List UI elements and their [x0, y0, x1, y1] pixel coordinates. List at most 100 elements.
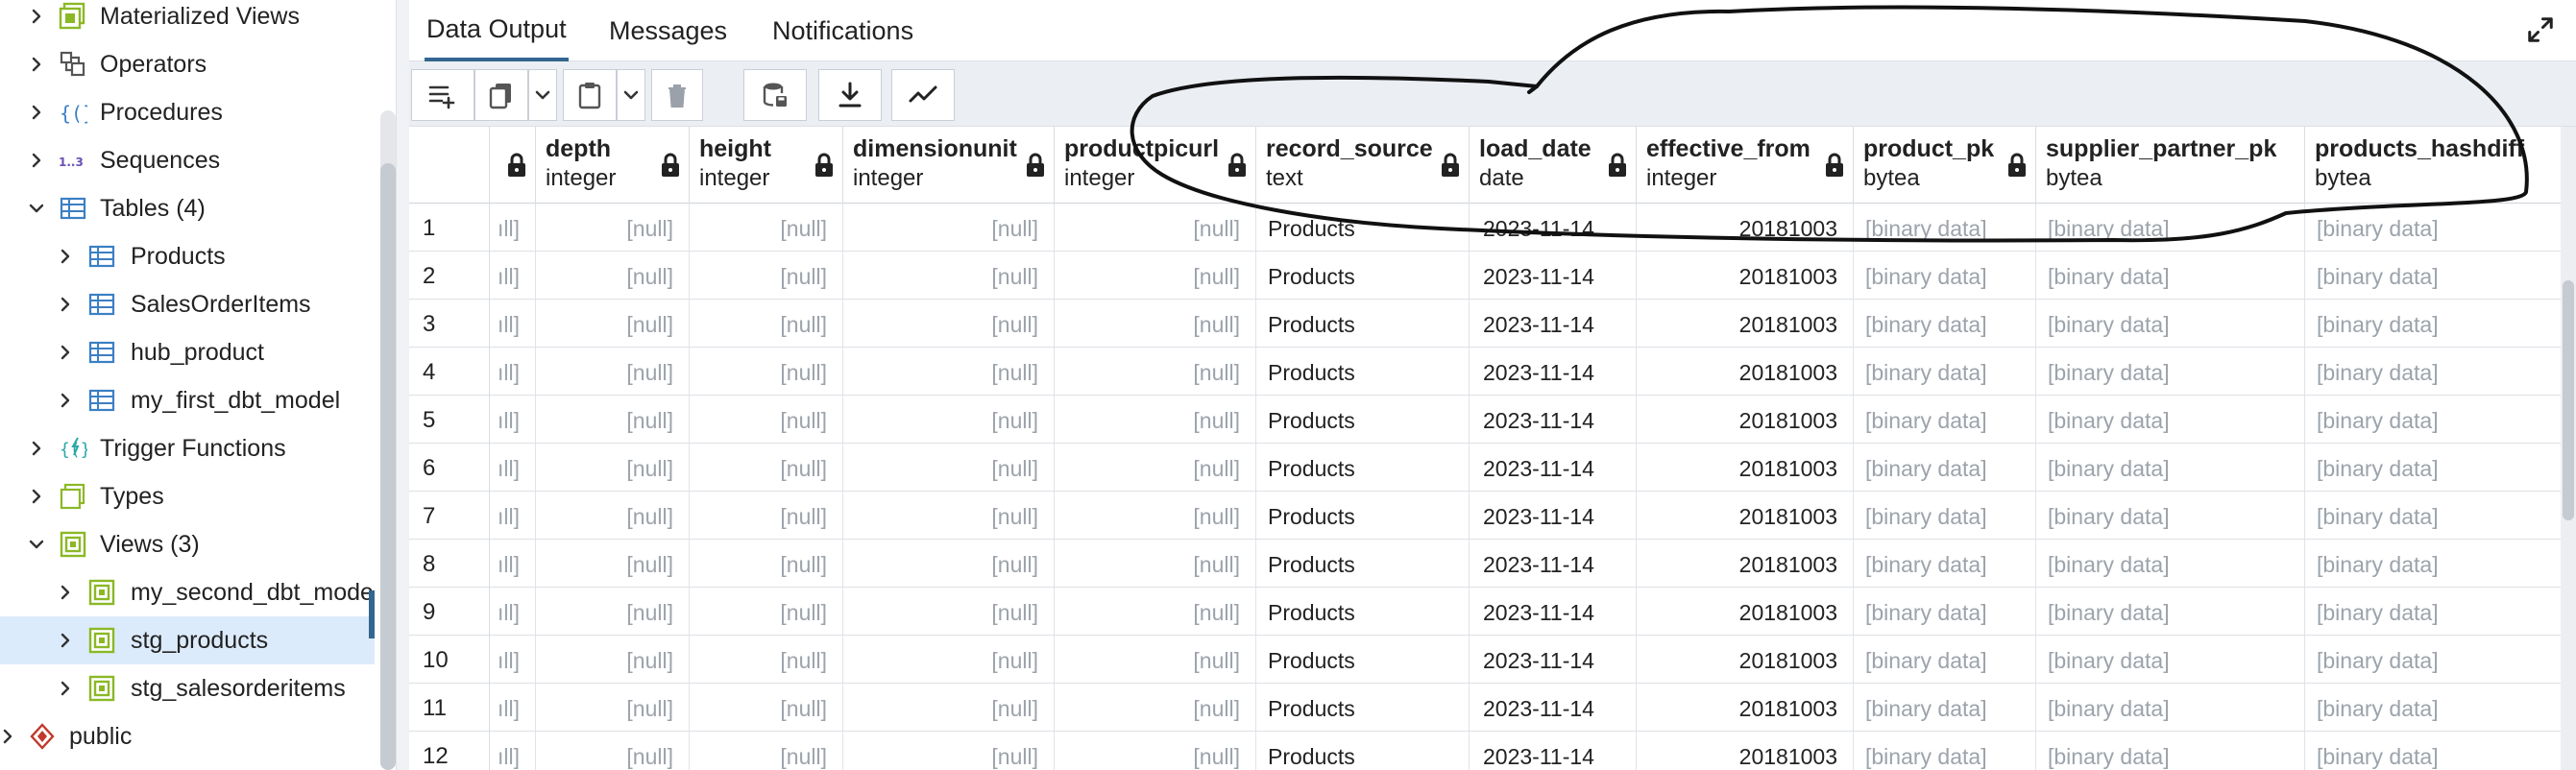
table-cell[interactable]: [binary data]	[2305, 684, 2576, 732]
table-cell[interactable]: [null]	[1055, 636, 1256, 684]
table-cell[interactable]: [null]	[536, 540, 690, 588]
column-header-depth[interactable]: depth integer	[536, 127, 690, 204]
tree-item-my-second-dbt-model[interactable]: my_second_dbt_model	[0, 568, 375, 616]
table-cell[interactable]: [null]	[843, 732, 1055, 770]
tree-scrollbar-thumb[interactable]	[380, 163, 396, 770]
table-cell[interactable]: [null]	[1055, 588, 1256, 636]
table-cell[interactable]: [binary data]	[2305, 348, 2576, 396]
column-header-product-pk[interactable]: product_pk bytea	[1854, 127, 2036, 204]
table-cell[interactable]: [null]	[690, 300, 843, 348]
graph-visualiser-button[interactable]	[891, 69, 955, 121]
table-cell[interactable]: 2023-11-14	[1470, 588, 1637, 636]
grid-scrollbar-thumb[interactable]	[2563, 280, 2574, 520]
table-cell[interactable]: [null]	[1055, 396, 1256, 444]
panel-splitter[interactable]	[396, 0, 409, 770]
table-cell[interactable]: 20181003	[1637, 684, 1854, 732]
table-cell[interactable]: [binary data]	[1854, 396, 2036, 444]
tree-item-tables-4[interactable]: Tables (4)	[0, 184, 375, 232]
expand-panel-icon[interactable]	[2524, 13, 2557, 46]
table-row[interactable]: 3 ıll] [null] [null] [null] [null] Products 202…	[409, 300, 2576, 348]
column-header-productpicurl[interactable]: productpicurl integer	[1055, 127, 1256, 204]
copy-options-dropdown[interactable]	[528, 69, 557, 121]
table-cell[interactable]: 20181003	[1637, 588, 1854, 636]
table-cell[interactable]: [null]	[843, 396, 1055, 444]
row-number[interactable]: 10	[409, 636, 490, 684]
chevron-down-icon[interactable]	[25, 533, 48, 556]
chevron-right-icon[interactable]	[54, 677, 77, 700]
table-cell[interactable]: [binary data]	[1854, 300, 2036, 348]
table-row[interactable]: 4 ıll] [null] [null] [null] [null] Products 202…	[409, 348, 2576, 396]
chevron-right-icon[interactable]	[25, 437, 48, 460]
table-cell[interactable]: 20181003	[1637, 732, 1854, 770]
table-cell[interactable]: [binary data]	[2305, 732, 2576, 770]
table-cell[interactable]: Products	[1256, 636, 1470, 684]
table-row[interactable]: 6 ıll] [null] [null] [null] [null] Products 202…	[409, 444, 2576, 492]
table-cell[interactable]: Products	[1256, 684, 1470, 732]
table-cell[interactable]: [null]	[536, 492, 690, 540]
chevron-right-icon[interactable]	[54, 293, 77, 316]
tree-item-products[interactable]: Products	[0, 232, 375, 280]
table-cell[interactable]: 20181003	[1637, 492, 1854, 540]
table-cell[interactable]: [null]	[843, 300, 1055, 348]
tree-item-types[interactable]: Types	[0, 472, 375, 520]
table-cell[interactable]: [null]	[843, 348, 1055, 396]
table-cell[interactable]: [null]	[690, 252, 843, 300]
table-cell[interactable]: 20181003	[1637, 396, 1854, 444]
chevron-right-icon[interactable]	[54, 389, 77, 412]
table-cell[interactable]: [binary data]	[2036, 588, 2305, 636]
table-cell[interactable]: [null]	[843, 540, 1055, 588]
table-cell[interactable]: [null]	[690, 540, 843, 588]
table-cell[interactable]: 2023-11-14	[1470, 732, 1637, 770]
table-cell[interactable]: Products	[1256, 492, 1470, 540]
table-cell[interactable]: 2023-11-14	[1470, 636, 1637, 684]
chevron-right-icon[interactable]	[54, 581, 77, 604]
column-header-load-date[interactable]: load_date date	[1470, 127, 1637, 204]
table-cell[interactable]: [binary data]	[2036, 684, 2305, 732]
table-cell[interactable]: 20181003	[1637, 444, 1854, 492]
row-number[interactable]: 4	[409, 348, 490, 396]
row-number[interactable]: 2	[409, 252, 490, 300]
table-cell[interactable]: ıll]	[490, 204, 536, 252]
table-cell[interactable]: [binary data]	[2305, 204, 2576, 252]
table-cell[interactable]: [binary data]	[2305, 636, 2576, 684]
chevron-down-icon[interactable]	[25, 197, 48, 220]
table-cell[interactable]: [null]	[1055, 492, 1256, 540]
table-cell[interactable]: [null]	[1055, 348, 1256, 396]
table-cell[interactable]: [null]	[843, 492, 1055, 540]
table-cell[interactable]: [null]	[536, 684, 690, 732]
tree-item-sequences[interactable]: 1..3 Sequences	[0, 136, 375, 184]
table-cell[interactable]: ıll]	[490, 588, 536, 636]
table-cell[interactable]: 2023-11-14	[1470, 348, 1637, 396]
table-cell[interactable]: 20181003	[1637, 204, 1854, 252]
table-cell[interactable]: [null]	[536, 444, 690, 492]
table-cell[interactable]: [binary data]	[2036, 444, 2305, 492]
chevron-right-icon[interactable]	[54, 245, 77, 268]
table-row[interactable]: 9 ıll] [null] [null] [null] [null] Products 202…	[409, 588, 2576, 636]
table-row[interactable]: 12 ıll] [null] [null] [null] [null] Products 20…	[409, 732, 2576, 770]
table-cell[interactable]: ıll]	[490, 300, 536, 348]
table-row[interactable]: 1 ıll] [null] [null] [null] [null] Products 202…	[409, 204, 2576, 252]
table-cell[interactable]: 2023-11-14	[1470, 492, 1637, 540]
table-cell[interactable]: [null]	[690, 732, 843, 770]
table-cell[interactable]: [null]	[536, 732, 690, 770]
chevron-right-icon[interactable]	[25, 53, 48, 76]
row-number[interactable]: 12	[409, 732, 490, 770]
column-header-effective-from[interactable]: effective_from integer	[1637, 127, 1854, 204]
table-cell[interactable]: [null]	[690, 684, 843, 732]
table-cell[interactable]: [binary data]	[2036, 300, 2305, 348]
column-header-dimensionunit[interactable]: dimensionunit integer	[843, 127, 1055, 204]
tab-messages[interactable]: Messages	[609, 0, 727, 61]
row-number[interactable]: 6	[409, 444, 490, 492]
table-row[interactable]: 7 ıll] [null] [null] [null] [null] Products 202…	[409, 492, 2576, 540]
table-cell[interactable]: [null]	[843, 636, 1055, 684]
table-cell[interactable]: 20181003	[1637, 636, 1854, 684]
table-cell[interactable]: [null]	[536, 636, 690, 684]
tree-item-stg-products[interactable]: stg_products	[0, 616, 375, 664]
table-cell[interactable]: [null]	[1055, 684, 1256, 732]
table-cell[interactable]: [binary data]	[1854, 204, 2036, 252]
table-cell[interactable]: Products	[1256, 588, 1470, 636]
table-cell[interactable]: Products	[1256, 444, 1470, 492]
table-cell[interactable]: Products	[1256, 732, 1470, 770]
table-cell[interactable]: [null]	[690, 396, 843, 444]
table-row[interactable]: 2 ıll] [null] [null] [null] [null] Products 202…	[409, 252, 2576, 300]
